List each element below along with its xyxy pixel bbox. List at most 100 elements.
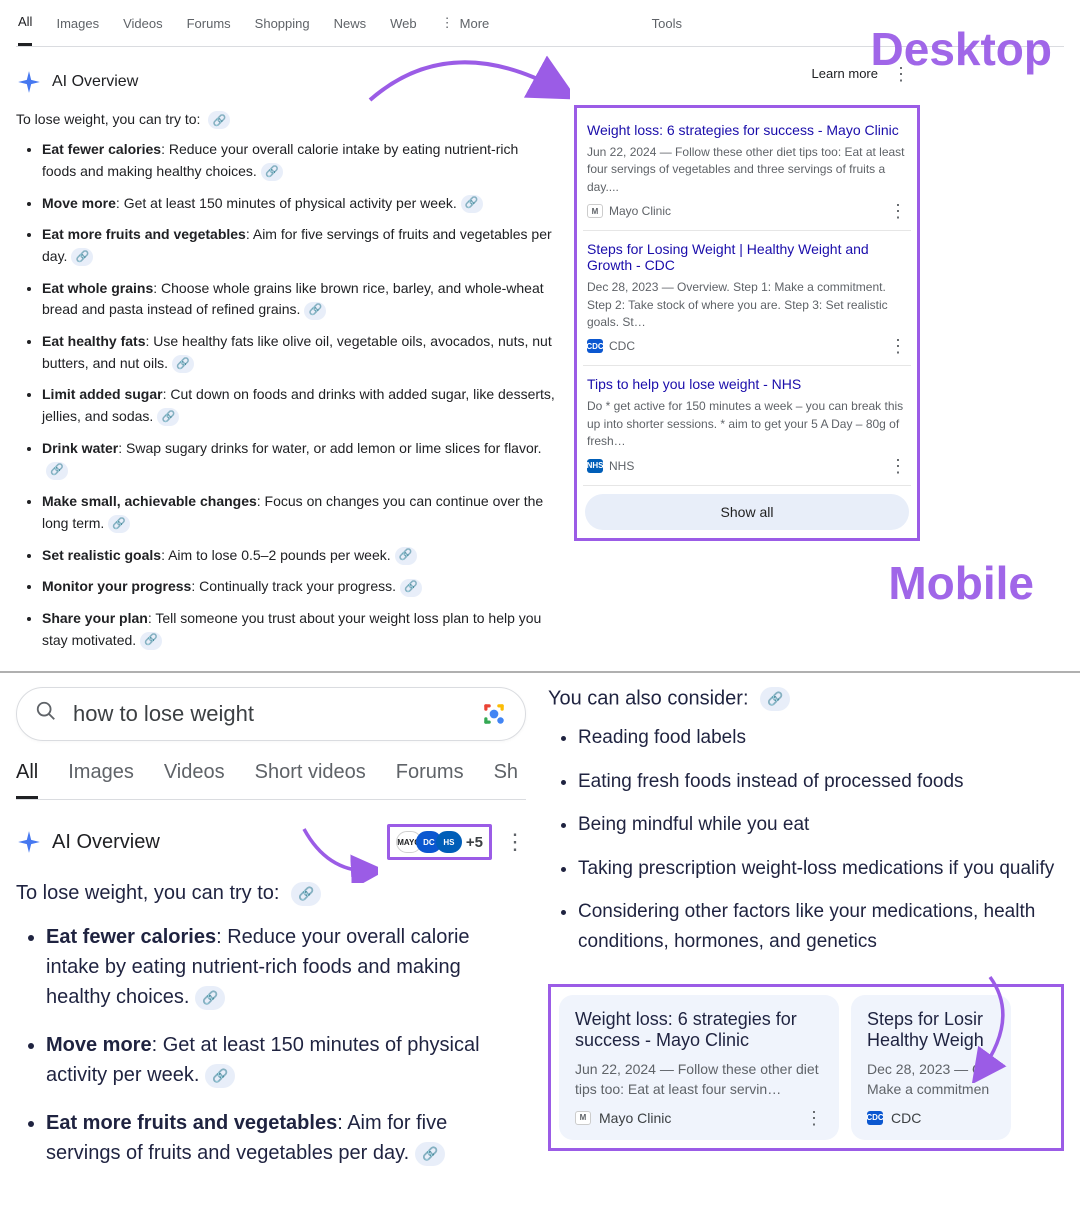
card-menu-icon[interactable]: ⋮ — [889, 463, 907, 469]
bullet-bold: Eat more fruits and vegetables — [42, 226, 246, 242]
citation-chip[interactable]: 🔗 — [291, 882, 321, 906]
citation-chip[interactable]: 🔗 — [195, 986, 225, 1010]
card-source: CDCCDC — [587, 339, 635, 353]
tab-images[interactable]: Images — [56, 2, 99, 45]
citation-chip[interactable]: 🔗 — [108, 515, 130, 533]
arrow-annotation-3 — [960, 973, 1020, 1083]
citation-chip[interactable]: 🔗 — [400, 579, 422, 597]
google-lens-icon[interactable] — [481, 701, 507, 727]
citation-chip[interactable]: 🔗 — [172, 355, 194, 373]
card-snippet: Dec 28, 2023 — Overview. Step 1: Make a … — [587, 279, 907, 331]
mobile-right-column: You can also consider: 🔗 Reading food la… — [526, 687, 1064, 1186]
citation-chip[interactable]: 🔗 — [140, 632, 162, 650]
citation-chip[interactable]: 🔗 — [205, 1064, 235, 1088]
bullet-item: Limit added sugar: Cut down on foods and… — [42, 384, 556, 427]
bullet-bold: Move more — [46, 1034, 152, 1056]
more-label: More — [460, 16, 490, 31]
src-label: Mayo Clinic — [609, 204, 671, 218]
citation-cluster[interactable]: MAYO DC HS +5 — [387, 824, 492, 860]
citation-chip[interactable]: 🔗 — [760, 687, 790, 711]
bullet-rest: : Swap sugary drinks for water, or add l… — [118, 440, 541, 456]
tab-more[interactable]: ⋮ More — [441, 1, 490, 45]
mayo-favicon-icon: M — [575, 1111, 591, 1125]
bullet-item: Move more: Get at least 150 minutes of p… — [42, 193, 556, 215]
citation-chip[interactable]: 🔗 — [71, 248, 93, 266]
overview-text-column: To lose weight, you can try to: 🔗 Eat fe… — [16, 111, 556, 661]
mayo-favicon-icon: M — [587, 204, 603, 218]
bullet-item: Drink water: Swap sugary drinks for wate… — [42, 438, 556, 481]
mtab-cut[interactable]: Sh — [494, 761, 518, 799]
arrow-annotation-1 — [360, 40, 570, 120]
overflow-menu-icon[interactable]: ⋮ — [504, 829, 526, 855]
tab-news[interactable]: News — [334, 2, 367, 45]
citation-card[interactable]: Weight loss: 6 strategies for success - … — [583, 112, 911, 231]
citation-chip[interactable]: 🔗 — [157, 408, 179, 426]
bullet-item: Monitor your progress: Continually track… — [42, 576, 556, 598]
card-title: Weight loss: 6 strategies for success - … — [587, 122, 907, 138]
consider-item: Being mindful while you eat — [578, 810, 1064, 839]
overview-bullet-list: Eat fewer calories: Reduce your overall … — [16, 139, 556, 651]
bullet-item: Move more: Get at least 150 minutes of p… — [46, 1030, 526, 1090]
bullet-bold: Eat fewer calories — [42, 141, 161, 157]
mobile-ai-header: AI Overview MAYO DC HS +5 ⋮ — [16, 824, 526, 860]
tab-forums[interactable]: Forums — [187, 2, 231, 45]
cdc-favicon-icon: CDC — [867, 1111, 883, 1125]
bullet-bold: Eat more fruits and vegetables — [46, 1112, 337, 1134]
card-menu-icon[interactable]: ⋮ — [889, 208, 907, 214]
overview-intro: To lose weight, you can try to: 🔗 — [16, 878, 526, 908]
tab-all[interactable]: All — [18, 0, 32, 46]
bullet-bold: Limit added sugar — [42, 386, 163, 402]
src-label: Mayo Clinic — [599, 1110, 671, 1126]
citation-card[interactable]: Steps for Losing Weight | Healthy Weight… — [583, 231, 911, 366]
card-menu-icon[interactable]: ⋮ — [889, 343, 907, 349]
bullet-bold: Share your plan — [42, 610, 148, 626]
nhs-chip-icon: HS — [436, 831, 462, 853]
tab-shopping[interactable]: Shopping — [255, 2, 310, 45]
tab-videos[interactable]: Videos — [123, 2, 163, 45]
consider-item: Eating fresh foods instead of processed … — [578, 767, 1064, 796]
bullet-bold: Eat whole grains — [42, 280, 153, 296]
annotation-highlight-box: Weight loss: 6 strategies for success - … — [574, 105, 920, 541]
src-label: CDC — [891, 1110, 921, 1126]
citation-chip[interactable]: 🔗 — [46, 462, 68, 480]
card-title: Steps for Losing Weight | Healthy Weight… — [587, 241, 907, 273]
overflow-menu-icon[interactable]: ⋮ — [892, 71, 910, 77]
mobile-citation-card[interactable]: Weight loss: 6 strategies for success - … — [559, 995, 839, 1140]
mtab-all[interactable]: All — [16, 761, 38, 799]
bullet-item: Make small, achievable changes: Focus on… — [42, 491, 556, 534]
tools-button[interactable]: Tools — [652, 2, 682, 45]
citation-chip[interactable]: 🔗 — [461, 195, 483, 213]
citation-chip[interactable]: 🔗 — [415, 1142, 445, 1166]
mtab-short-videos[interactable]: Short videos — [255, 761, 366, 799]
card-menu-icon[interactable]: ⋮ — [805, 1115, 823, 1121]
plus-count: +5 — [466, 834, 483, 851]
citation-chip[interactable]: 🔗 — [395, 547, 417, 565]
bullet-rest: : Aim to lose 0.5–2 pounds per week. — [161, 547, 391, 563]
search-input[interactable] — [73, 701, 465, 727]
citation-chip[interactable]: 🔗 — [304, 302, 326, 320]
bullet-bold: Drink water — [42, 440, 118, 456]
mtab-videos[interactable]: Videos — [164, 761, 225, 799]
card-snippet: Jun 22, 2024 — Follow these other diet t… — [587, 144, 907, 196]
show-all-button[interactable]: Show all — [585, 494, 909, 530]
mobile-results-nav: All Images Videos Short videos Forums Sh — [16, 751, 526, 800]
more-dots-icon: ⋮ — [441, 15, 454, 31]
consider-list: Reading food labels Eating fresh foods i… — [548, 723, 1064, 956]
bullet-item: Eat healthy fats: Use healthy fats like … — [42, 331, 556, 374]
citation-card[interactable]: Tips to help you lose weight - NHS Do * … — [583, 366, 911, 485]
mtab-images[interactable]: Images — [68, 761, 134, 799]
tab-web[interactable]: Web — [390, 2, 417, 45]
bullet-item: Eat fewer calories: Reduce your overall … — [42, 139, 556, 182]
bullet-bold: Eat healthy fats — [42, 333, 145, 349]
citation-chip[interactable]: 🔗 — [261, 163, 283, 181]
citation-chip[interactable]: 🔗 — [208, 111, 230, 129]
bullet-bold: Set realistic goals — [42, 547, 161, 563]
bullet-item: Eat fewer calories: Reduce your overall … — [46, 922, 526, 1012]
consider-heading: You can also consider: 🔗 — [548, 687, 1064, 711]
card-source: CDC CDC — [867, 1110, 921, 1126]
nhs-favicon-icon: NHS — [587, 459, 603, 473]
bullet-item: Eat more fruits and vegetables: Aim for … — [46, 1108, 526, 1168]
mtab-forums[interactable]: Forums — [396, 761, 464, 799]
learn-more-link[interactable]: Learn more — [812, 66, 878, 81]
search-bar[interactable] — [16, 687, 526, 741]
